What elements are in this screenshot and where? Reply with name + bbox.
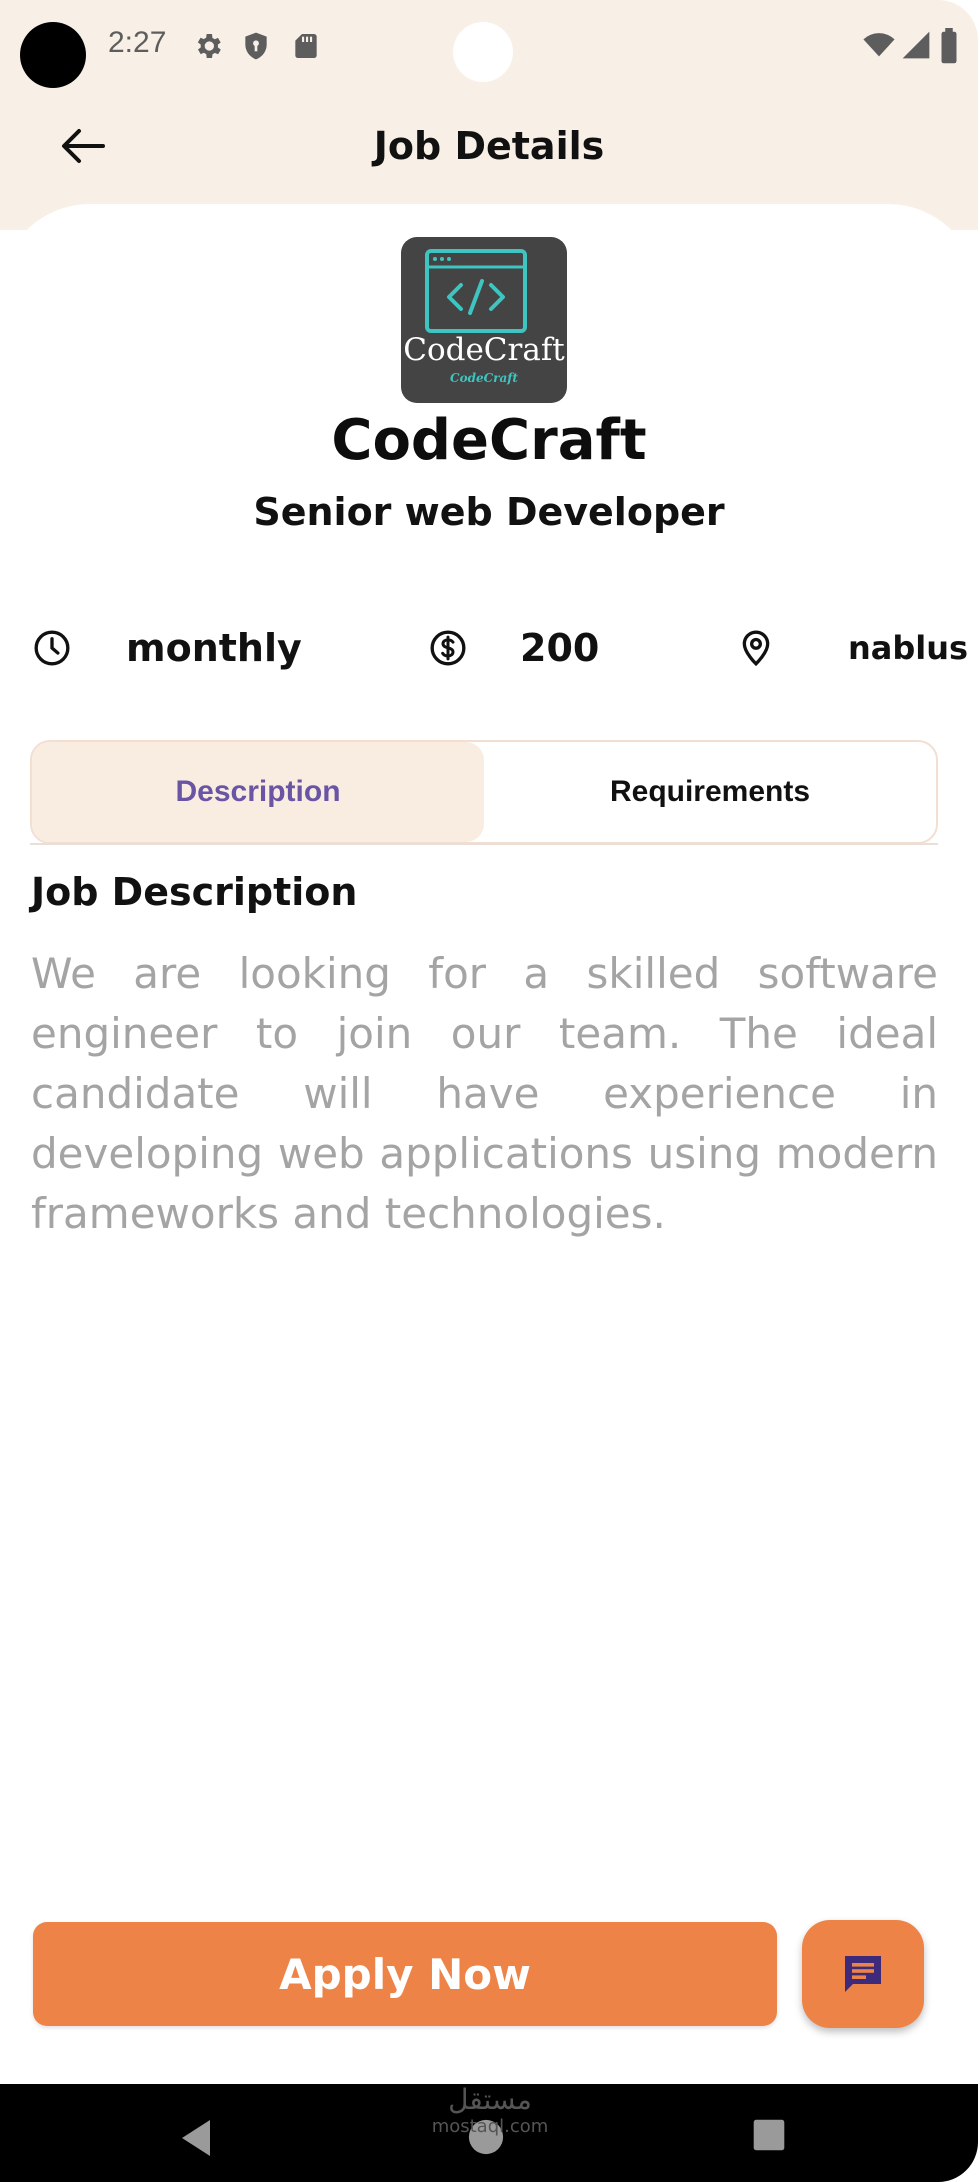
tab-requirements[interactable]: Requirements (484, 742, 936, 842)
job-description-text: We are looking for a skilled software en… (31, 949, 938, 1238)
signal-icon (902, 31, 930, 59)
status-time: 2:27 (108, 26, 167, 59)
job-title: Senior web Developer (253, 490, 725, 534)
page-title: Job Details (373, 124, 605, 168)
watermark-latin: mostaql.com (431, 2116, 549, 2137)
wifi-icon (863, 33, 895, 57)
meta-period-text: monthly (126, 626, 302, 670)
meta-period: monthly (32, 620, 302, 676)
meta-salary: 200 (428, 620, 599, 676)
nav-back-icon[interactable] (178, 2118, 214, 2158)
tab-bar: Description Requirements (30, 740, 938, 844)
apply-now-button[interactable]: Apply Now (33, 1922, 777, 2026)
tab-description[interactable]: Description (32, 742, 484, 842)
location-pin-icon (742, 630, 770, 667)
meta-salary-text: 200 (520, 626, 600, 670)
clock-icon (34, 630, 70, 666)
section-heading: Job Description (31, 870, 358, 914)
battery-icon (941, 28, 957, 64)
phone-screen: 2:27 Job Details CodeCraft CodeCraft Cod… (0, 0, 978, 2182)
shield-icon (245, 32, 267, 60)
nav-recents-icon[interactable] (752, 2118, 786, 2152)
app-header: 2:27 Job Details (0, 0, 978, 230)
logo-subtext: CodeCraft (450, 371, 518, 385)
meta-location: nablus (736, 620, 968, 676)
settings-gear-icon (197, 34, 221, 58)
watermark: مستقل mostaql.com (430, 2084, 550, 2138)
chat-icon (845, 1956, 881, 1992)
sd-card-icon (295, 34, 317, 58)
tabs-divider (30, 843, 938, 845)
logo-text: CodeCraft (403, 332, 565, 368)
camera-cutout (20, 22, 86, 88)
watermark-arabic: مستقل (448, 2083, 532, 2116)
dollar-icon (430, 630, 466, 666)
chat-button[interactable] (802, 1920, 924, 2028)
front-camera (453, 22, 513, 82)
company-name: CodeCraft (331, 408, 647, 473)
meta-location-text: nablus (848, 629, 969, 667)
company-logo: CodeCraft CodeCraft (401, 237, 567, 403)
